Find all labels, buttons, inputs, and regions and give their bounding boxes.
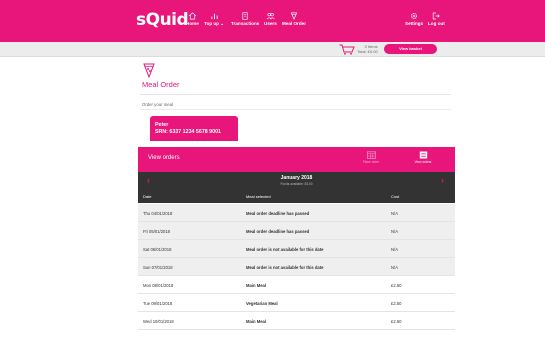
row-meal: Main Meal (246, 283, 267, 288)
nav-transactions[interactable]: Transactions (231, 12, 259, 27)
column-header-date: Date (143, 194, 152, 199)
row-meal: Meal order is not available for this dat… (246, 265, 324, 270)
table-row[interactable]: Wed 10/01/2018 Main Meal £2.50 (138, 312, 455, 330)
divider (140, 109, 451, 110)
nav-meal-order-label: Meal Order (282, 21, 306, 26)
table-row[interactable]: Mon 08/01/2018 Main Meal £2.50 (138, 276, 455, 294)
pizza-slice-icon (143, 63, 155, 78)
tab-view-orders-label: View orders (414, 160, 432, 164)
nav-topup[interactable]: Top up ⌄ (204, 12, 224, 27)
nav-settings[interactable]: Settings (405, 12, 423, 27)
row-date: Sat 06/01/2018 (143, 247, 172, 252)
user-srn: SRN: 6337 1234 5678 9001 (155, 128, 221, 135)
funds-available: Funds available: £5.00 (280, 182, 313, 186)
squid-logo[interactable]: sQuid (136, 10, 189, 30)
nav-settings-label: Settings (405, 21, 424, 26)
basket-icon[interactable] (339, 44, 355, 55)
row-meal: Vegetarian Meal (246, 301, 278, 306)
receipt-icon (242, 12, 248, 20)
row-meal: Meal order deadline has passed (246, 211, 310, 216)
row-cost: N/A (391, 229, 398, 234)
nav-logout-label: Log out (428, 21, 445, 26)
nav-home-label: Home (186, 21, 199, 26)
row-date: Tue 09/01/2018 (143, 301, 173, 306)
month-title: January 2018 (280, 175, 313, 181)
list-icon (419, 151, 427, 159)
nav-home[interactable]: Home (186, 12, 199, 27)
pizza-icon (290, 12, 298, 20)
table-row[interactable]: Sat 06/01/2018 Meal order is not availab… (138, 240, 455, 258)
basket-bar (0, 42, 545, 57)
column-header-cost: Cost (391, 194, 400, 199)
tab-place-order-label: Place order (362, 160, 380, 164)
table-row[interactable]: Fri 05/01/2018 Meal order deadline has p… (138, 222, 455, 240)
page-title: Meal Order (142, 80, 180, 89)
row-meal: Meal order is not available for this dat… (246, 247, 324, 252)
next-month-chevron-icon[interactable]: › (441, 175, 444, 185)
nav-transactions-label: Transactions (231, 21, 260, 26)
gear-icon (411, 13, 418, 19)
nav-users-label: Users (264, 21, 277, 26)
logout-icon (433, 12, 441, 20)
month-selector: ‹ January 2018 Funds available: £5.00 › (138, 172, 455, 189)
tab-view-orders[interactable]: View orders (408, 151, 438, 164)
row-date: Thu 04/01/2018 (143, 211, 173, 216)
row-date: Sun 07/01/2018 (143, 265, 173, 270)
row-date: Mon 08/01/2018 (143, 283, 174, 288)
row-cost: N/A (391, 211, 398, 216)
nav-topup-label: Top up ⌄ (204, 21, 225, 26)
chart-icon (210, 13, 218, 20)
page-subtitle: Order your meal (142, 102, 174, 107)
row-cost: £2.50 (391, 319, 402, 324)
row-cost: £2.50 (391, 283, 402, 288)
orders-table-header: Date Meal selected Cost (138, 189, 455, 203)
divider (140, 94, 451, 95)
tab-place-order[interactable]: Place order (356, 151, 386, 164)
orders-panel-header: View orders Place order View orders (138, 147, 455, 172)
orders-table-body: Thu 04/01/2018 Meal order deadline has p… (138, 204, 455, 330)
nav-meal-order[interactable]: Meal Order (282, 12, 306, 27)
table-row[interactable]: Tue 09/01/2018 Vegetarian Meal £2.50 (138, 294, 455, 312)
row-date: Fri 05/01/2018 (143, 229, 171, 234)
row-meal: Main Meal (246, 319, 267, 324)
column-header-meal: Meal selected (246, 194, 271, 199)
table-row[interactable]: Sun 07/01/2018 Meal order is not availab… (138, 258, 455, 276)
user-card[interactable]: Peter SRN: 6337 1234 5678 9001 (150, 116, 238, 141)
row-date: Wed 10/01/2018 (143, 319, 174, 324)
basket-total: Total: £0.00 (357, 49, 378, 54)
home-icon (188, 12, 197, 20)
top-navigation-bar: sQuid Home Top up ⌄ Transactions Users M… (0, 0, 545, 42)
users-icon (266, 13, 275, 20)
calendar-icon (366, 151, 376, 159)
row-meal: Meal order deadline has passed (246, 229, 310, 234)
table-row[interactable]: Thu 04/01/2018 Meal order deadline has p… (138, 204, 455, 222)
row-cost: N/A (391, 247, 398, 252)
nav-users[interactable]: Users (264, 12, 277, 27)
row-cost: N/A (391, 265, 398, 270)
panel-title: View orders (148, 155, 180, 161)
nav-logout[interactable]: Log out (428, 12, 445, 27)
basket-summary: 0 Items Total: £0.00 (357, 44, 378, 54)
row-cost: £2.50 (391, 301, 402, 306)
view-basket-button[interactable]: View basket (384, 44, 437, 54)
